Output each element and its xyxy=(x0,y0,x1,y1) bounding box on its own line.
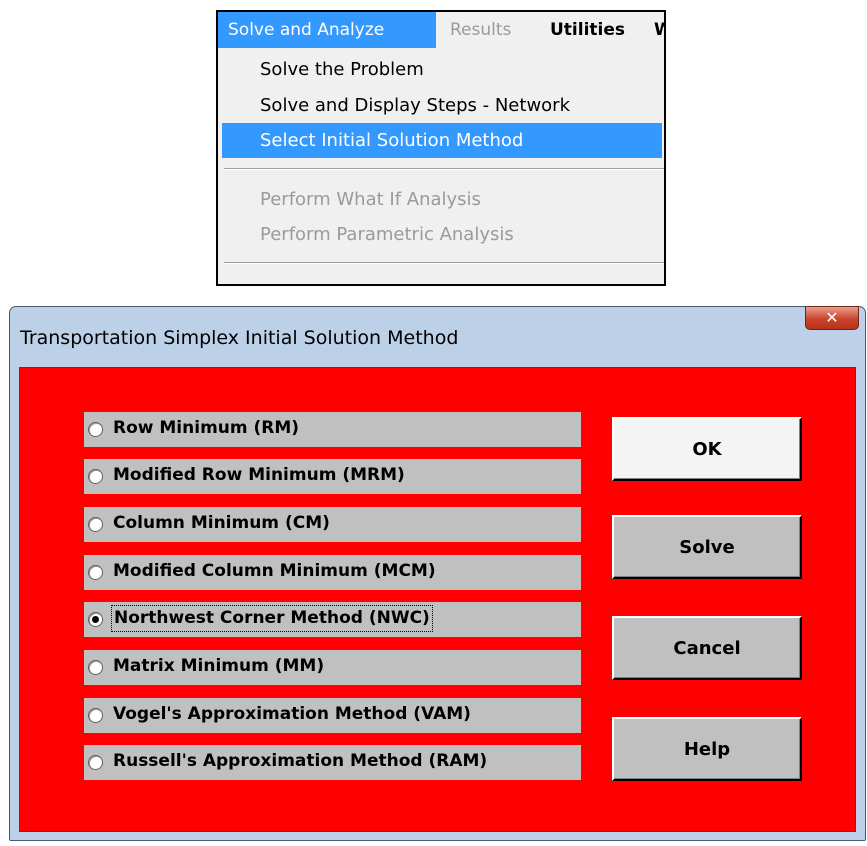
menu-item-perform-what-if-analysis: Perform What If Analysis xyxy=(260,189,481,210)
menu-utilities[interactable]: Utilities xyxy=(550,12,625,48)
solve-button[interactable]: Solve xyxy=(612,515,802,579)
option-label: Modified Column Minimum (MCM) xyxy=(113,561,436,581)
radio-button[interactable] xyxy=(88,469,103,484)
radio-button-selected[interactable] xyxy=(88,612,103,627)
menu-item-solve-the-problem[interactable]: Solve the Problem xyxy=(222,52,662,87)
menu-solve-and-analyze[interactable]: Solve and Analyze xyxy=(218,12,436,48)
initial-solution-method-dialog: Transportation Simplex Initial Solution … xyxy=(9,306,866,841)
menu-results[interactable]: Results xyxy=(450,12,511,48)
dialog-client-area: Row Minimum (RM) Modified Row Minimum (M… xyxy=(19,367,856,832)
radio-button[interactable] xyxy=(88,422,103,437)
radio-button[interactable] xyxy=(88,517,103,532)
menu-window[interactable]: W xyxy=(654,12,664,48)
option-label: Row Minimum (RM) xyxy=(113,418,300,438)
menu-separator xyxy=(224,168,664,170)
option-modified-row-minimum[interactable]: Modified Row Minimum (MRM) xyxy=(84,459,581,494)
cancel-button[interactable]: Cancel xyxy=(612,616,802,680)
radio-button[interactable] xyxy=(88,755,103,770)
option-russells-approximation-method[interactable]: Russell's Approximation Method (RAM) xyxy=(84,745,581,780)
help-button[interactable]: Help xyxy=(612,717,802,781)
option-label: Northwest Corner Method (NWC) xyxy=(111,605,433,632)
option-vogels-approximation-method[interactable]: Vogel's Approximation Method (VAM) xyxy=(84,698,581,733)
menu-separator xyxy=(224,262,664,264)
menu-item-solve-display-steps-network[interactable]: Solve and Display Steps - Network xyxy=(222,88,662,123)
option-northwest-corner-method[interactable]: Northwest Corner Method (NWC) xyxy=(84,602,581,637)
radio-button[interactable] xyxy=(88,565,103,580)
menu-screenshot: Solve and Analyze Results Utilities W So… xyxy=(216,10,666,286)
menubar: Solve and Analyze Results Utilities W xyxy=(218,12,664,48)
option-label: Russell's Approximation Method (RAM) xyxy=(113,751,488,771)
solve-and-analyze-dropdown: Solve the Problem Solve and Display Step… xyxy=(218,48,664,284)
radio-button[interactable] xyxy=(88,660,103,675)
option-matrix-minimum[interactable]: Matrix Minimum (MM) xyxy=(84,650,581,685)
option-modified-column-minimum[interactable]: Modified Column Minimum (MCM) xyxy=(84,555,581,590)
option-label: Modified Row Minimum (MRM) xyxy=(113,465,405,485)
option-label: Vogel's Approximation Method (VAM) xyxy=(113,704,471,724)
option-label: Matrix Minimum (MM) xyxy=(113,656,325,676)
option-row-minimum[interactable]: Row Minimum (RM) xyxy=(84,412,581,447)
option-label: Column Minimum (CM) xyxy=(113,513,330,533)
menu-item-select-initial-solution-method[interactable]: Select Initial Solution Method xyxy=(222,123,662,158)
close-x-icon: ✕ xyxy=(825,308,839,327)
option-column-minimum[interactable]: Column Minimum (CM) xyxy=(84,507,581,542)
dialog-title: Transportation Simplex Initial Solution … xyxy=(20,327,459,349)
close-button[interactable]: ✕ xyxy=(805,306,859,330)
menu-item-perform-parametric-analysis: Perform Parametric Analysis xyxy=(260,224,514,245)
radio-button[interactable] xyxy=(88,708,103,723)
ok-button[interactable]: OK xyxy=(612,417,802,481)
